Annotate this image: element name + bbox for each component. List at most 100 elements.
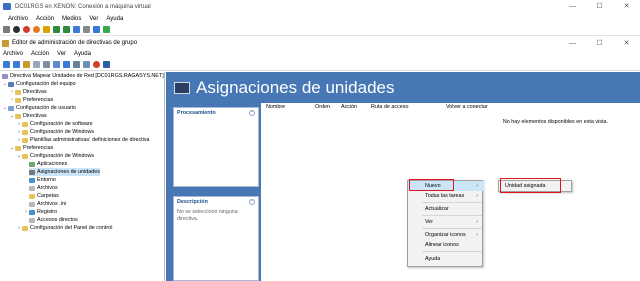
environment-icon [29,177,35,183]
add-icon[interactable] [103,61,110,68]
processing-header[interactable]: Procesamiento ⌃ [174,108,258,118]
close-button[interactable]: ✕ [613,0,640,13]
drive-map-icon [174,81,190,94]
menu-ayuda[interactable]: Ayuda [408,254,484,264]
gpo-editor-icon [2,39,9,47]
checkpoint-icon[interactable] [93,26,100,33]
tree-archivos[interactable]: Archivos [29,184,58,192]
vm-menu-ayuda[interactable]: Ayuda [106,16,123,22]
vm-window-controls: — ☐ ✕ [559,0,640,13]
app-menu-accion[interactable]: Acción [31,51,49,57]
properties-icon[interactable] [73,61,80,68]
column-nombre[interactable]: Nombre [266,103,285,111]
show-hide-tree-icon[interactable] [33,61,40,68]
vm-title-bar: DC01RGS en XENON: Conexión a máquina vir… [0,0,640,13]
export-list-icon[interactable] [53,61,60,68]
tree-cc-preferencias[interactable]: › Preferencias [9,96,53,104]
tree-aplicaciones[interactable]: Aplicaciones [29,160,67,168]
banner-title: Asignaciones de unidades [196,77,395,97]
menu-separator [422,215,482,216]
folder-icon [22,129,28,135]
app-menu-ver[interactable]: Ver [57,51,66,57]
enhanced-session-icon[interactable] [103,26,110,33]
view-icon[interactable] [83,61,90,68]
folder-icon [22,225,28,231]
reset-icon[interactable] [73,26,80,33]
revert-icon[interactable] [83,26,90,33]
description-text: No se seleccionó ninguna directiva. [177,209,238,222]
maximize-button[interactable]: ☐ [586,0,613,13]
delete-icon[interactable] [93,61,100,68]
folder-icon [15,89,21,95]
tree-asignaciones-unidades[interactable]: Asignaciones de unidades [29,168,100,176]
tree-cc-directivas[interactable]: › Directivas [9,88,47,96]
menu-alinear-iconos[interactable]: Alinear iconos [408,240,484,250]
collapse-icon[interactable]: ⌃ [249,199,255,205]
tree-uc-software[interactable]: › Configuración de software [16,120,92,128]
shutdown-icon[interactable] [33,26,40,33]
registry-icon [29,209,35,215]
tree-uc-directivas[interactable]: ⌄ Directivas [9,112,47,120]
app-window-title: Editor de administración de directivas d… [12,40,138,46]
start-icon[interactable] [13,26,20,33]
vm-menu-ver[interactable]: Ver [89,16,98,22]
help-icon[interactable] [63,61,70,68]
tree-entorno[interactable]: Entorno [29,176,56,184]
tree-registro[interactable]: › Registro [23,208,57,216]
vm-menu-accion[interactable]: Acción [36,16,54,22]
column-reconectar[interactable]: Volver a conectar [446,103,488,111]
column-headers: Nombre Orden Acción Ruta de acceso Volve… [263,103,640,111]
vm-toolbar [0,24,640,36]
column-ruta[interactable]: Ruta de acceso [371,103,408,111]
vm-menu-archivo[interactable]: Archivo [8,16,28,22]
up-folder-icon[interactable] [23,61,30,68]
gpo-icon [2,73,8,79]
menu-actualizar[interactable]: Actualizar [408,204,484,214]
menu-separator [422,228,482,229]
ini-file-icon [29,201,35,207]
forward-icon[interactable] [13,61,20,68]
back-icon[interactable] [3,61,10,68]
side-panels: Procesamiento ⌃ Descripción ⌃ No se selecc… [166,103,261,281]
refresh-icon[interactable] [43,61,50,68]
folder-icon [22,121,28,127]
menu-ver[interactable]: Ver › [408,217,484,227]
column-accion[interactable]: Acción [341,103,357,111]
tree-computer-config[interactable]: ⌄ Configuración del equipo [2,80,76,88]
chevron-right-icon: › [476,193,478,199]
app-menu-ayuda[interactable]: Ayuda [74,51,91,57]
console-tree: Directiva Mapear Unidades de Red [DC01RG… [0,72,165,281]
folder-icon [15,113,21,119]
folder-icon [22,153,28,159]
folder-icon [15,97,21,103]
vm-menu-bar: Archivo Acción Medios Ver Ayuda [0,13,640,24]
tree-panel-control[interactable]: › Configuración del Panel de control [16,224,112,232]
folder-icon [22,137,28,143]
tree-accesos-directos[interactable]: Accesos directos [29,216,78,224]
tree-archivos-ini[interactable]: Archivos .ini [29,200,66,208]
pause-icon[interactable] [53,26,60,33]
tree-carpetas[interactable]: Carpetas [29,192,59,200]
ctrl-alt-del-icon[interactable] [3,26,10,33]
tree-uc-windows[interactable]: › Configuración de Windows [16,128,94,136]
tree-user-config[interactable]: ⌄ Configuración de usuario [2,104,76,112]
collapse-icon[interactable]: ⌃ [249,110,255,116]
folder-icon [15,145,21,151]
chevron-right-icon: › [476,219,478,225]
tree-pref-windows[interactable]: ⌄ Configuración de Windows [16,152,94,160]
minimize-button[interactable]: — [559,0,586,13]
tree-uc-preferencias[interactable]: ⌄ Preferencias [9,144,53,152]
tree-root[interactable]: Directiva Mapear Unidades de Red [DC01RG… [2,72,164,80]
description-header[interactable]: Descripción ⌃ [174,197,258,207]
tree-uc-plantillas[interactable]: › Plantillas administrativas: definicione… [16,136,149,144]
save-state-icon[interactable] [43,26,50,33]
vm-menu-medios[interactable]: Medios [62,16,81,22]
column-orden[interactable]: Orden [315,103,330,111]
app-menu-archivo[interactable]: Archivo [3,51,23,57]
menu-separator [422,251,482,252]
turn-off-icon[interactable] [23,26,30,33]
menu-todas-tareas[interactable]: Todas las tareas › [408,191,484,201]
resume-icon[interactable] [63,26,70,33]
menu-organizar-iconos[interactable]: Organizar iconos › [408,230,484,240]
folder-icon [29,193,35,199]
